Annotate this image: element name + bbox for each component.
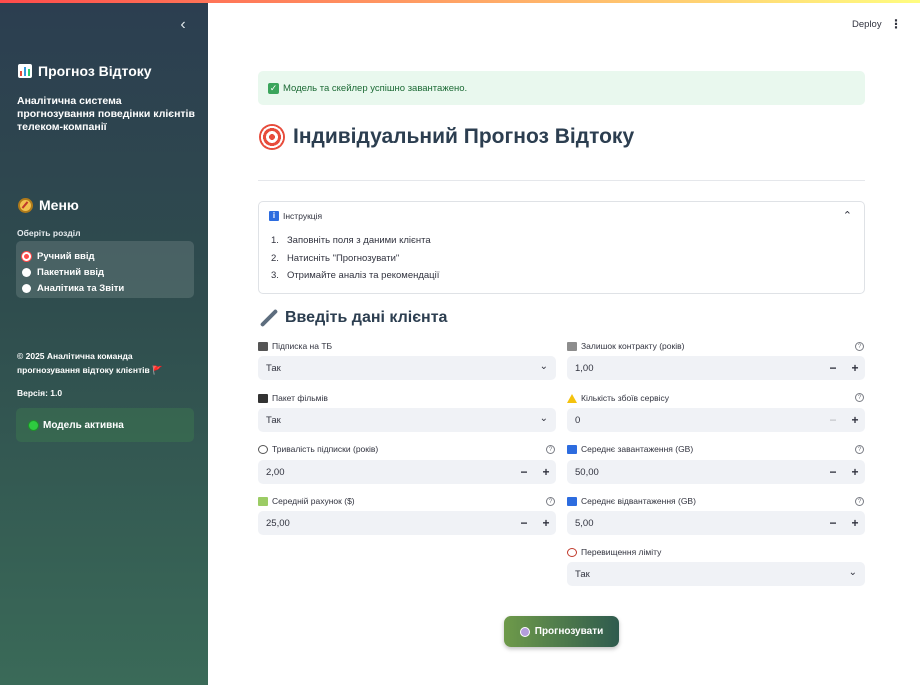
chevron-up-icon[interactable]: ⌃ — [843, 209, 852, 222]
sidebar-title: Прогноз Відтоку — [18, 63, 152, 79]
list-item: 2. Натисніть "Прогнозувати" — [271, 252, 400, 264]
stopwatch-icon — [258, 444, 268, 454]
top-decoration-bar — [0, 0, 920, 3]
movie-package-select[interactable]: Так ⌄ — [258, 408, 556, 432]
list-item: 3. Отримайте аналіз та рекомендації — [271, 270, 440, 281]
radio-analytics-reports[interactable]: Аналітика та Звіти — [22, 280, 188, 296]
contract-remaining-label: Залишок контракту (років) — [567, 341, 684, 351]
model-status-box: Модель активна — [16, 408, 194, 442]
deploy-button[interactable]: Deploy — [852, 19, 882, 30]
decrement-button[interactable]: − — [514, 511, 534, 535]
decrement-button[interactable]: − — [823, 408, 843, 432]
page-title: Індивідуальний Прогноз Відтоку — [259, 124, 634, 150]
movie-package-label: Пакет фільмів — [258, 393, 328, 403]
sidebar: ‹ Прогноз Відтоку Аналітична система про… — [0, 0, 208, 685]
avg-bill-label: Середній рахунок ($) — [258, 496, 355, 506]
decrement-button[interactable]: − — [823, 460, 843, 484]
subscription-age-input[interactable]: 2,00 − + — [258, 460, 556, 484]
bar-chart-icon — [18, 64, 32, 78]
increment-button[interactable]: + — [536, 460, 556, 484]
upload-icon — [567, 496, 577, 506]
wrench-icon — [259, 308, 279, 328]
instructions-list: 1. Заповніть поля з даними клієнта 2. Нати… — [271, 235, 439, 288]
compass-icon — [18, 197, 33, 213]
menu-title: Меню — [18, 197, 79, 213]
collapse-sidebar-chevron-icon[interactable]: ‹ — [176, 16, 190, 34]
instructions-expander[interactable]: i Інструкція ⌃ 1. Заповніть поля з даними… — [258, 201, 865, 294]
help-icon[interactable]: ? — [546, 497, 555, 506]
radio-batch-input[interactable]: Пакетний ввід — [22, 264, 188, 280]
radio-unselected-icon — [22, 283, 31, 293]
help-icon[interactable]: ? — [855, 445, 864, 454]
info-icon: i — [269, 211, 279, 221]
banknote-icon — [258, 496, 268, 506]
help-icon[interactable]: ? — [546, 445, 555, 454]
help-icon[interactable]: ? — [855, 393, 864, 402]
avg-download-label: Середнє завантаження (GB) — [567, 444, 693, 454]
divider — [258, 180, 865, 181]
chevron-down-icon: ⌄ — [539, 413, 548, 424]
chevron-down-icon: ⌄ — [848, 567, 857, 578]
copyright-text: © 2025 Аналітична команда прогнозування … — [17, 351, 163, 375]
tv-icon — [258, 341, 268, 351]
expander-header: i Інструкція — [269, 211, 322, 221]
increment-button[interactable]: + — [536, 511, 556, 535]
version-text: Версія: 1.0 — [17, 388, 63, 398]
chevron-down-icon: ⌄ — [539, 361, 548, 372]
help-icon[interactable]: ? — [855, 497, 864, 506]
green-circle-icon — [28, 419, 39, 431]
over-limit-select[interactable]: Так ⌄ — [567, 562, 865, 586]
radio-unselected-icon — [22, 267, 31, 277]
decrement-button[interactable]: − — [823, 511, 843, 535]
warning-icon — [567, 393, 577, 403]
help-icon[interactable]: ? — [855, 342, 864, 351]
section-title: Введіть дані клієнта — [259, 308, 447, 328]
list-item: 1. Заповніть поля з даними клієнта — [271, 235, 431, 246]
kebab-menu-icon[interactable]: ⋮ — [890, 17, 902, 31]
clapperboard-icon — [258, 393, 268, 403]
contract-remaining-input[interactable]: 1,00 − + — [567, 356, 865, 380]
avg-download-input[interactable]: 50,00 − + — [567, 460, 865, 484]
check-icon: ✓ — [268, 82, 279, 94]
avg-upload-input[interactable]: 5,00 − + — [567, 511, 865, 535]
crystal-ball-icon — [519, 626, 530, 637]
sidebar-description: Аналітична система прогнозування поведін… — [17, 95, 195, 133]
increment-button[interactable]: + — [845, 408, 865, 432]
service-failures-input[interactable]: 0 − + — [567, 408, 865, 432]
predict-button[interactable]: Прогнозувати — [504, 616, 619, 647]
avg-bill-input[interactable]: 25,00 − + — [258, 511, 556, 535]
target-icon — [259, 124, 285, 150]
subscription-age-label: Тривалість підписки (років) — [258, 444, 378, 454]
service-failures-label: Кількість збоїв сервісу — [567, 393, 669, 403]
increment-button[interactable]: + — [845, 460, 865, 484]
decrement-button[interactable]: − — [823, 356, 843, 380]
radio-selected-icon — [22, 251, 31, 261]
calendar-icon — [567, 341, 577, 351]
radio-manual-input[interactable]: Ручний ввід — [22, 248, 188, 264]
success-alert: ✓ Модель та скейлер успішно завантажено. — [258, 71, 865, 105]
section-radio-group: Ручний ввід Пакетний ввід Аналітика та З… — [16, 241, 194, 298]
download-icon — [567, 444, 577, 454]
increment-button[interactable]: + — [845, 356, 865, 380]
avg-upload-label: Середнє відвантаження (GB) — [567, 496, 696, 506]
prohibited-icon — [567, 547, 577, 557]
decrement-button[interactable]: − — [514, 460, 534, 484]
section-select-label: Оберіть розділ — [17, 228, 81, 238]
tv-subscription-label: Підписка на ТБ — [258, 341, 332, 351]
over-limit-label: Перевищення ліміту — [567, 547, 661, 557]
increment-button[interactable]: + — [845, 511, 865, 535]
tv-subscription-select[interactable]: Так ⌄ — [258, 356, 556, 380]
